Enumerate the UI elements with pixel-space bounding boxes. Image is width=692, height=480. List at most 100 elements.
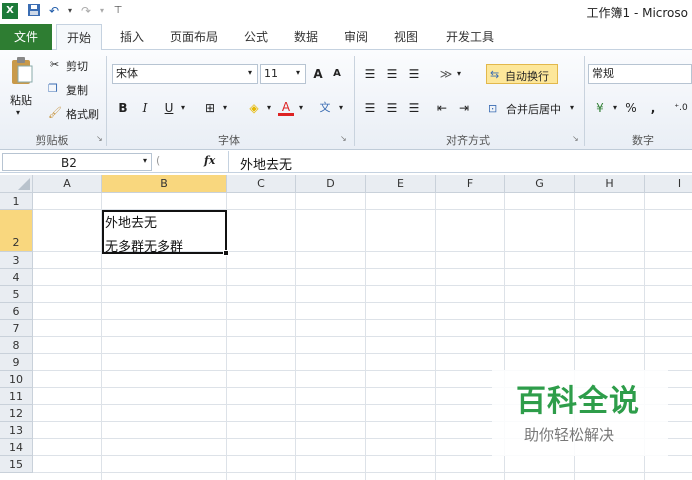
merge-center-button[interactable]: 合并后居中 <box>506 101 561 117</box>
select-all-corner[interactable] <box>0 175 33 193</box>
tab-insert[interactable]: 插入 <box>112 24 152 50</box>
row-header-12[interactable]: 12 <box>0 405 33 422</box>
paste-icon[interactable] <box>10 56 34 86</box>
align-bottom-icon[interactable]: ☰ <box>406 64 422 84</box>
row-header-8[interactable]: 8 <box>0 337 33 354</box>
tab-developer[interactable]: 开发工具 <box>440 24 500 50</box>
formula-bar-splitter[interactable]: ( <box>156 154 160 167</box>
column-header-h[interactable]: H <box>575 175 645 193</box>
font-launcher-icon[interactable]: ↘ <box>340 134 347 143</box>
shrink-font-button[interactable]: A <box>330 64 344 84</box>
format-painter-button[interactable]: 格式刷 <box>66 106 99 122</box>
align-middle-icon[interactable]: ☰ <box>384 64 400 84</box>
phonetic-dropdown-icon[interactable]: ▾ <box>336 98 346 118</box>
underline-dropdown-icon[interactable]: ▾ <box>178 98 188 118</box>
grow-font-button[interactable]: A <box>310 64 326 84</box>
row-header-7[interactable]: 7 <box>0 320 33 337</box>
row-header-6[interactable]: 6 <box>0 303 33 320</box>
underline-button[interactable]: U <box>162 98 176 118</box>
selected-cell-border <box>102 210 227 254</box>
align-top-icon[interactable]: ☰ <box>362 64 378 84</box>
italic-button[interactable]: I <box>138 98 152 118</box>
excel-icon[interactable]: X <box>2 3 18 19</box>
row-header-10[interactable]: 10 <box>0 371 33 388</box>
number-format-select[interactable]: 常规 <box>588 64 692 84</box>
currency-dropdown-icon[interactable]: ▾ <box>610 98 620 118</box>
cut-button[interactable]: 剪切 <box>66 58 88 74</box>
gridline-horizontal <box>33 319 692 320</box>
comma-button[interactable]: , <box>648 98 658 118</box>
border-icon[interactable]: ⊞ <box>202 98 218 118</box>
redo-icon[interactable]: ↷ <box>78 3 94 19</box>
row-header-14[interactable]: 14 <box>0 439 33 456</box>
undo-dropdown-icon[interactable]: ▾ <box>62 3 78 19</box>
paste-button[interactable]: 粘贴 <box>10 92 32 108</box>
gridline-horizontal <box>33 472 692 473</box>
paste-dropdown-icon[interactable]: ▾ <box>16 108 20 117</box>
undo-icon[interactable]: ↶ <box>46 3 62 19</box>
save-icon[interactable] <box>26 3 42 19</box>
row-header-1[interactable]: 1 <box>0 193 33 210</box>
row-header-11[interactable]: 11 <box>0 388 33 405</box>
column-header-e[interactable]: E <box>366 175 436 193</box>
font-size-dropdown-icon[interactable]: ▾ <box>296 68 300 77</box>
fill-color-icon[interactable]: ◈ <box>246 98 262 118</box>
align-left-icon[interactable]: ☰ <box>362 98 378 118</box>
row-header-15[interactable]: 15 <box>0 456 33 473</box>
currency-icon[interactable]: ¥ <box>592 98 608 118</box>
gridline-horizontal <box>33 336 692 337</box>
formula-input[interactable]: 外地去无 <box>240 154 292 173</box>
name-box[interactable]: B2 ▾ <box>2 153 152 171</box>
row-header-2[interactable]: 2 <box>0 210 33 252</box>
column-header-f[interactable]: F <box>436 175 505 193</box>
fill-color-dropdown-icon[interactable]: ▾ <box>264 98 274 118</box>
tab-formulas[interactable]: 公式 <box>236 24 276 50</box>
column-header-i[interactable]: I <box>645 175 692 193</box>
row-header-5[interactable]: 5 <box>0 286 33 303</box>
clipboard-launcher-icon[interactable]: ↘ <box>96 134 103 143</box>
font-name-dropdown-icon[interactable]: ▾ <box>248 68 252 77</box>
customize-icon[interactable]: ⊤ <box>110 3 126 19</box>
increase-indent-icon[interactable]: ⇥ <box>456 98 472 118</box>
column-header-g[interactable]: G <box>505 175 575 193</box>
border-dropdown-icon[interactable]: ▾ <box>220 98 230 118</box>
fill-handle[interactable] <box>223 250 229 256</box>
tab-file[interactable]: 文件 <box>0 24 52 50</box>
row-header-3[interactable]: 3 <box>0 252 33 269</box>
phonetic-icon[interactable]: 文 <box>316 98 334 118</box>
column-header-c[interactable]: C <box>227 175 296 193</box>
alignment-launcher-icon[interactable]: ↘ <box>572 134 579 143</box>
column-header-d[interactable]: D <box>296 175 366 193</box>
orientation-dropdown-icon[interactable]: ▾ <box>454 64 464 84</box>
merge-dropdown-icon[interactable]: ▾ <box>570 103 574 112</box>
insert-function-button[interactable]: fx <box>204 154 215 167</box>
align-right-icon[interactable]: ☰ <box>406 98 422 118</box>
name-box-dropdown-icon[interactable]: ▾ <box>143 156 147 165</box>
font-name-select[interactable]: 宋体 <box>112 64 258 84</box>
row-header-9[interactable]: 9 <box>0 354 33 371</box>
percent-button[interactable]: % <box>624 98 638 118</box>
column-header-b[interactable]: B <box>102 175 227 193</box>
row-header-13[interactable]: 13 <box>0 422 33 439</box>
copy-button[interactable]: 复制 <box>66 82 88 98</box>
tab-page-layout[interactable]: 页面布局 <box>162 24 226 50</box>
row-header-4[interactable]: 4 <box>0 269 33 286</box>
tab-review[interactable]: 审阅 <box>336 24 376 50</box>
clipboard-group-label: 剪贴板 <box>35 134 69 147</box>
redo-dropdown-icon[interactable]: ▾ <box>94 3 110 19</box>
watermark: 百科全说 助你轻松解决 <box>492 370 668 456</box>
gridline-horizontal <box>33 285 692 286</box>
increase-decimal-icon[interactable]: ⁺.0 <box>672 98 690 118</box>
tab-home[interactable]: 开始 <box>56 24 102 51</box>
bold-button[interactable]: B <box>116 98 130 118</box>
decrease-indent-icon[interactable]: ⇤ <box>434 98 450 118</box>
font-color-icon[interactable]: A <box>278 98 294 116</box>
wrap-text-button[interactable]: ⇆ 自动换行 <box>486 64 558 84</box>
font-color-dropdown-icon[interactable]: ▾ <box>296 98 306 118</box>
align-center-icon[interactable]: ☰ <box>384 98 400 118</box>
tab-data[interactable]: 数据 <box>286 24 326 50</box>
column-header-a[interactable]: A <box>33 175 102 193</box>
orientation-icon[interactable]: ≫ <box>436 64 456 84</box>
alignment-group-label: 对齐方式 <box>446 134 490 147</box>
tab-view[interactable]: 视图 <box>386 24 426 50</box>
